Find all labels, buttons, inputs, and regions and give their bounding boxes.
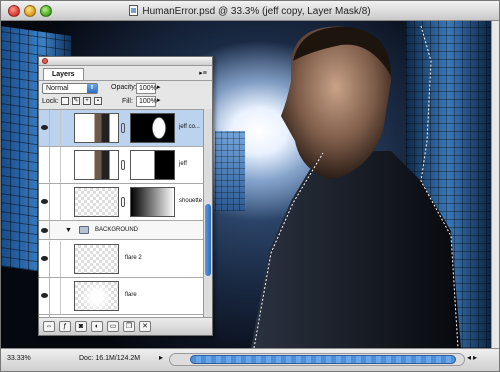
link-icon[interactable] bbox=[121, 160, 125, 170]
folder-icon bbox=[79, 226, 89, 234]
layer-thumbnail[interactable] bbox=[74, 244, 119, 274]
layer-row-jeff-copy[interactable]: jeff co... bbox=[39, 110, 203, 147]
layers-scrollbar[interactable] bbox=[203, 109, 212, 317]
new-group-icon[interactable]: ▭ bbox=[107, 321, 119, 332]
layer-thumbnail[interactable] bbox=[74, 113, 119, 143]
layer-name: jeff co... bbox=[179, 124, 200, 130]
opacity-slider-arrow-icon[interactable]: ▸ bbox=[157, 83, 161, 91]
coat-shape bbox=[251, 151, 461, 348]
palette-menu-icon[interactable]: ▸≡ bbox=[197, 69, 209, 79]
delete-layer-icon[interactable]: ✕ bbox=[139, 321, 151, 332]
lock-move-icon[interactable]: + bbox=[83, 97, 91, 105]
document-icon bbox=[129, 5, 139, 16]
layer-name: flare 2 bbox=[125, 255, 142, 261]
layer-group-background[interactable]: ▼ BACKGROUND bbox=[39, 221, 203, 240]
fill-label: Fill: bbox=[122, 98, 133, 105]
visibility-toggle[interactable] bbox=[39, 147, 50, 183]
layer-brush-column bbox=[50, 147, 61, 183]
layer-mask-thumbnail[interactable] bbox=[130, 187, 175, 217]
layers-list: jeff co... jeff shouette ▼ BACKGROUND fl… bbox=[39, 109, 203, 317]
center-tiled-wall bbox=[215, 131, 245, 211]
photoshop-document-window: HumanError.psd @ 33.3% (jeff copy, Layer… bbox=[0, 0, 500, 372]
lock-fill-row: Lock: ✎ + ▪ Fill: 100% ▸ bbox=[39, 95, 212, 109]
disclosure-triangle-icon[interactable]: ▼ bbox=[65, 227, 72, 234]
status-bar: 33.33% Doc: 16.1M/124.2M ▸ ◂▸ bbox=[1, 348, 499, 371]
layer-thumbnail[interactable] bbox=[74, 150, 119, 180]
fill-field[interactable]: 100% bbox=[136, 96, 157, 107]
group-name: BACKGROUND bbox=[95, 227, 139, 233]
fill-slider-arrow-icon[interactable]: ▸ bbox=[157, 96, 161, 104]
lock-label: Lock: bbox=[42, 98, 59, 105]
visibility-toggle[interactable] bbox=[39, 241, 50, 277]
window-title: HumanError.psd @ 33.3% (jeff copy, Layer… bbox=[142, 6, 371, 17]
document-size-info[interactable]: Doc: 16.1M/124.2M bbox=[79, 355, 140, 362]
visibility-toggle[interactable] bbox=[39, 221, 50, 239]
adjustment-layer-icon[interactable]: ◐ bbox=[91, 321, 103, 332]
link-layers-icon[interactable]: ⇔ bbox=[43, 321, 55, 332]
visibility-toggle[interactable] bbox=[39, 184, 50, 220]
new-layer-icon[interactable]: ❐ bbox=[123, 321, 135, 332]
visibility-toggle[interactable] bbox=[39, 110, 50, 146]
scroll-arrows-icon[interactable]: ◂▸ bbox=[467, 353, 479, 362]
link-icon[interactable] bbox=[121, 197, 125, 207]
eye-icon bbox=[41, 125, 48, 130]
layer-style-icon[interactable]: ƒ bbox=[59, 321, 71, 332]
vertical-scrollbar[interactable] bbox=[491, 21, 499, 348]
layers-scroll-thumb[interactable] bbox=[205, 204, 211, 276]
layer-brush-column bbox=[50, 184, 61, 220]
horizontal-scrollbar[interactable] bbox=[169, 353, 465, 366]
eye-icon bbox=[41, 293, 48, 298]
eye-icon bbox=[41, 256, 48, 261]
layer-row-jeff[interactable]: jeff bbox=[39, 147, 203, 184]
tab-layers[interactable]: Layers bbox=[43, 68, 84, 80]
opacity-label: Opacity: bbox=[111, 84, 137, 91]
layer-thumbnail[interactable] bbox=[74, 187, 119, 217]
blend-mode-value: Normal bbox=[46, 85, 69, 92]
lock-paint-icon[interactable]: ✎ bbox=[72, 97, 80, 105]
link-icon[interactable] bbox=[121, 123, 125, 133]
layer-mask-thumbnail[interactable] bbox=[130, 150, 175, 180]
layer-row-flare[interactable]: flare bbox=[39, 278, 203, 315]
layer-row-silhouette[interactable]: shouette bbox=[39, 184, 203, 221]
zoom-level-field[interactable]: 33.33% bbox=[7, 355, 31, 362]
layer-name: jeff bbox=[179, 161, 187, 167]
horizontal-scroll-thumb[interactable] bbox=[190, 355, 456, 364]
layer-name: shouette bbox=[179, 198, 203, 204]
blend-mode-select[interactable]: Normal ⇕ bbox=[42, 83, 98, 94]
window-title-wrap: HumanError.psd @ 33.3% (jeff copy, Layer… bbox=[1, 5, 499, 17]
title-bar[interactable]: HumanError.psd @ 33.3% (jeff copy, Layer… bbox=[1, 1, 499, 21]
layer-name: flare bbox=[125, 292, 137, 298]
eye-icon bbox=[41, 228, 48, 233]
visibility-toggle[interactable] bbox=[39, 278, 50, 314]
palette-title-bar[interactable] bbox=[39, 57, 212, 66]
lock-transparency-icon[interactable] bbox=[61, 97, 69, 105]
blend-opacity-row: Normal ⇕ Opacity: 100% ▸ bbox=[39, 80, 212, 95]
person-silhouette bbox=[251, 25, 461, 348]
layer-mask-indicator bbox=[50, 110, 61, 146]
layers-palette: Layers ▸≡ Normal ⇕ Opacity: 100% ▸ Lock:… bbox=[38, 56, 213, 336]
opacity-field[interactable]: 100% bbox=[136, 83, 157, 94]
add-mask-icon[interactable]: ◙ bbox=[75, 321, 87, 332]
layer-row-flare-2[interactable]: flare 2 bbox=[39, 241, 203, 278]
status-menu-arrow-icon[interactable]: ▸ bbox=[159, 353, 163, 362]
layer-mask-thumbnail[interactable] bbox=[130, 113, 175, 143]
lock-all-icon[interactable]: ▪ bbox=[94, 97, 102, 105]
eye-icon bbox=[41, 199, 48, 204]
blend-mode-arrow-icon: ⇕ bbox=[87, 84, 97, 93]
palette-footer: ⇔ ƒ ◙ ◐ ▭ ❐ ✕ bbox=[39, 317, 212, 335]
palette-close-icon[interactable] bbox=[42, 58, 48, 64]
layer-thumbnail[interactable] bbox=[74, 281, 119, 311]
layer-brush-column bbox=[50, 241, 61, 277]
layer-brush-column bbox=[50, 278, 61, 314]
